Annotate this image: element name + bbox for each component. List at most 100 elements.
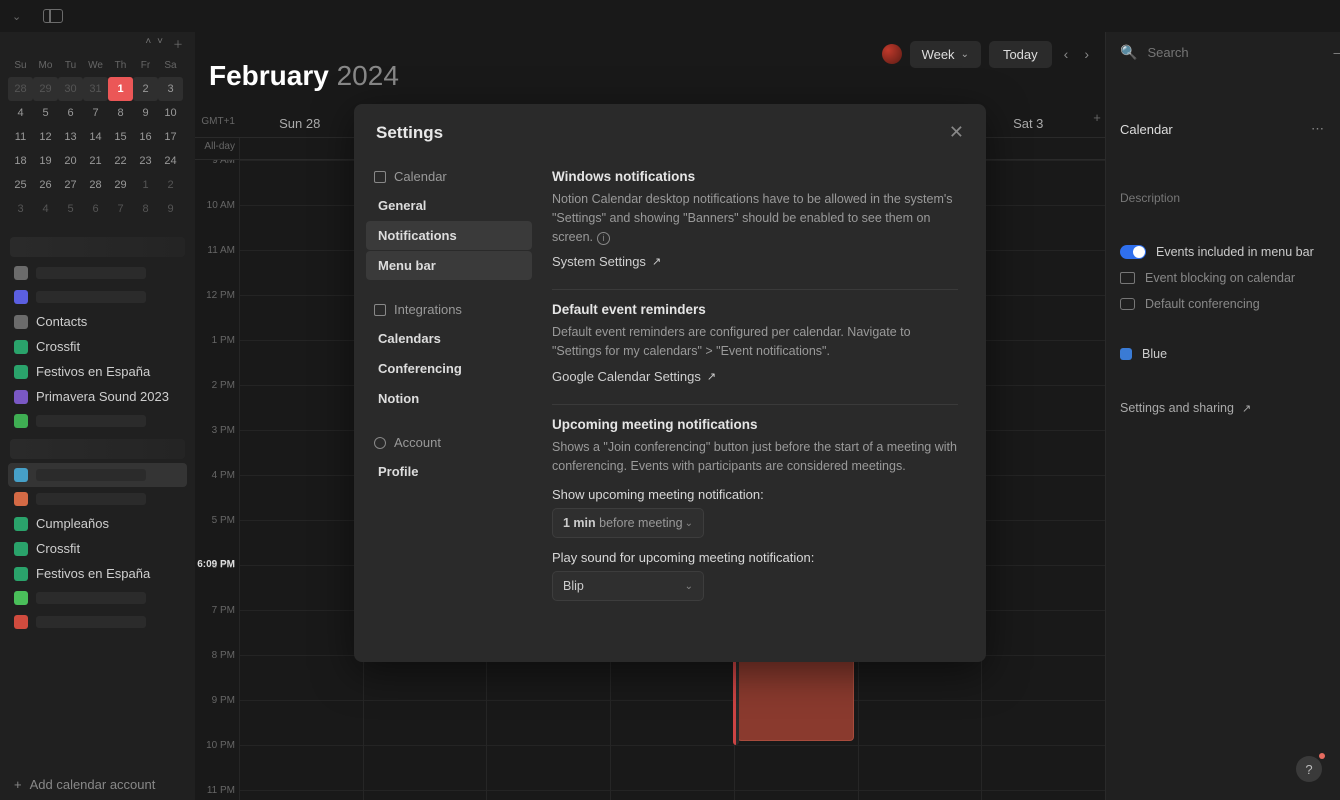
calendar-color-swatch[interactable] bbox=[1120, 348, 1132, 360]
minical-day[interactable]: 31 bbox=[83, 77, 108, 101]
minical-day[interactable]: 10 bbox=[158, 101, 183, 125]
nav-menubar[interactable]: Menu bar bbox=[366, 251, 532, 280]
search-input[interactable] bbox=[1147, 45, 1323, 60]
minical-day[interactable]: 25 bbox=[8, 173, 33, 197]
calendar-item[interactable]: Primavera Sound 2023 bbox=[8, 384, 187, 409]
nav-conferencing[interactable]: Conferencing bbox=[366, 354, 532, 383]
calendar-color-label[interactable]: Blue bbox=[1142, 347, 1167, 361]
google-calendar-settings-link[interactable]: Google Calendar Settings↗ bbox=[552, 369, 716, 384]
calendar-item[interactable] bbox=[8, 409, 187, 433]
profile-avatar[interactable] bbox=[882, 44, 902, 64]
calendar-item[interactable] bbox=[8, 586, 187, 610]
minical-day[interactable]: 26 bbox=[33, 173, 58, 197]
prev-week[interactable]: ‹ bbox=[1060, 42, 1073, 66]
rp-description-label[interactable]: Description bbox=[1120, 191, 1326, 205]
calendar-item[interactable] bbox=[8, 261, 187, 285]
minical-day[interactable]: 7 bbox=[108, 197, 133, 221]
minical-day[interactable]: 28 bbox=[8, 77, 33, 101]
calendar-item[interactable]: Festivos en España bbox=[8, 561, 187, 586]
minical-day[interactable]: 16 bbox=[133, 125, 158, 149]
event-blocking-label[interactable]: Event blocking on calendar bbox=[1145, 271, 1295, 285]
history-dropdown[interactable]: ⌄ bbox=[8, 8, 25, 25]
current-time-label: 6:09 PM bbox=[195, 559, 239, 570]
minical-day[interactable]: 3 bbox=[158, 77, 183, 101]
minical-day[interactable]: 2 bbox=[158, 173, 183, 197]
minical-day[interactable]: 1 bbox=[133, 173, 158, 197]
minical-day[interactable]: 7 bbox=[83, 101, 108, 125]
minical-day[interactable]: 8 bbox=[108, 101, 133, 125]
window-minimize[interactable]: — bbox=[1333, 45, 1340, 61]
hour-label: 5 PM bbox=[195, 515, 239, 560]
system-settings-link[interactable]: System Settings↗ bbox=[552, 254, 661, 269]
minical-day[interactable]: 23 bbox=[133, 149, 158, 173]
minical-prev[interactable]: ˄ bbox=[143, 36, 153, 51]
minical-day[interactable]: 12 bbox=[33, 125, 58, 149]
minical-day[interactable]: 18 bbox=[8, 149, 33, 173]
minical-day[interactable]: 13 bbox=[58, 125, 83, 149]
minical-day[interactable]: 28 bbox=[83, 173, 108, 197]
modal-close-button[interactable]: ✕ bbox=[949, 122, 964, 143]
minical-day[interactable]: 6 bbox=[58, 101, 83, 125]
minical-next[interactable]: ˅ bbox=[155, 36, 165, 51]
minical-add[interactable]: ＋ bbox=[171, 36, 185, 51]
add-timezone[interactable]: + bbox=[1089, 110, 1105, 137]
minical-day[interactable]: 4 bbox=[33, 197, 58, 221]
events-menubar-toggle[interactable] bbox=[1120, 245, 1146, 259]
day-column[interactable] bbox=[981, 160, 1105, 800]
nav-general[interactable]: General bbox=[366, 191, 532, 220]
minical-day[interactable]: 27 bbox=[58, 173, 83, 197]
calendar-item[interactable]: Crossfit bbox=[8, 334, 187, 359]
minical-day[interactable]: 29 bbox=[108, 173, 133, 197]
calendar-item[interactable]: Crossfit bbox=[8, 536, 187, 561]
minical-day[interactable]: 22 bbox=[108, 149, 133, 173]
minical-day[interactable]: 14 bbox=[83, 125, 108, 149]
toggle-sidebar-icon[interactable] bbox=[43, 9, 63, 23]
calendar-item[interactable]: Cumpleaños bbox=[8, 511, 187, 536]
minical-day[interactable]: 8 bbox=[133, 197, 158, 221]
minical-day[interactable]: 3 bbox=[8, 197, 33, 221]
add-calendar-account[interactable]: + Add calendar account bbox=[8, 769, 187, 800]
settings-sharing-link[interactable]: Settings and sharing ↗ bbox=[1120, 401, 1326, 415]
info-icon[interactable]: i bbox=[597, 232, 610, 245]
help-button[interactable]: ? bbox=[1296, 756, 1322, 782]
minical-day[interactable]: 5 bbox=[33, 101, 58, 125]
minical-day[interactable]: 5 bbox=[58, 197, 83, 221]
calendar-item[interactable] bbox=[8, 610, 187, 634]
nav-notion[interactable]: Notion bbox=[366, 384, 532, 413]
minical-day[interactable]: 2 bbox=[133, 77, 158, 101]
minical-day[interactable]: 9 bbox=[158, 197, 183, 221]
minical-day[interactable]: 24 bbox=[158, 149, 183, 173]
default-conferencing-label[interactable]: Default conferencing bbox=[1145, 297, 1260, 311]
account-header-1[interactable] bbox=[10, 237, 185, 257]
minical-day[interactable]: 30 bbox=[58, 77, 83, 101]
minical-day[interactable]: 4 bbox=[8, 101, 33, 125]
minical-day[interactable]: 20 bbox=[58, 149, 83, 173]
minical-day[interactable]: 6 bbox=[83, 197, 108, 221]
day-column[interactable] bbox=[239, 160, 363, 800]
minical-day[interactable]: 19 bbox=[33, 149, 58, 173]
calendar-item[interactable] bbox=[8, 463, 187, 487]
minical-day[interactable]: 17 bbox=[158, 125, 183, 149]
minical-day[interactable]: 15 bbox=[108, 125, 133, 149]
day-header[interactable]: Sun 28 bbox=[239, 110, 360, 137]
calendar-item[interactable]: Festivos en España bbox=[8, 359, 187, 384]
view-switcher[interactable]: Week ⌄ bbox=[910, 41, 981, 68]
allday-cell[interactable] bbox=[239, 138, 360, 159]
calendar-item[interactable]: Contacts bbox=[8, 309, 187, 334]
minical-day[interactable]: 1 bbox=[108, 77, 133, 101]
account-header-2[interactable] bbox=[10, 439, 185, 459]
today-button[interactable]: Today bbox=[989, 41, 1052, 68]
nav-notifications[interactable]: Notifications bbox=[366, 221, 532, 250]
play-sound-select[interactable]: Blip ⌄ bbox=[552, 571, 704, 601]
minical-day[interactable]: 11 bbox=[8, 125, 33, 149]
minical-day[interactable]: 21 bbox=[83, 149, 108, 173]
minical-day[interactable]: 9 bbox=[133, 101, 158, 125]
nav-calendars[interactable]: Calendars bbox=[366, 324, 532, 353]
rp-more[interactable]: ⋯ bbox=[1311, 121, 1326, 137]
next-week[interactable]: › bbox=[1080, 42, 1093, 66]
calendar-item[interactable] bbox=[8, 285, 187, 309]
show-upcoming-select[interactable]: 1 min before meeting ⌄ bbox=[552, 508, 704, 538]
nav-profile[interactable]: Profile bbox=[366, 457, 532, 486]
calendar-item[interactable] bbox=[8, 487, 187, 511]
minical-day[interactable]: 29 bbox=[33, 77, 58, 101]
